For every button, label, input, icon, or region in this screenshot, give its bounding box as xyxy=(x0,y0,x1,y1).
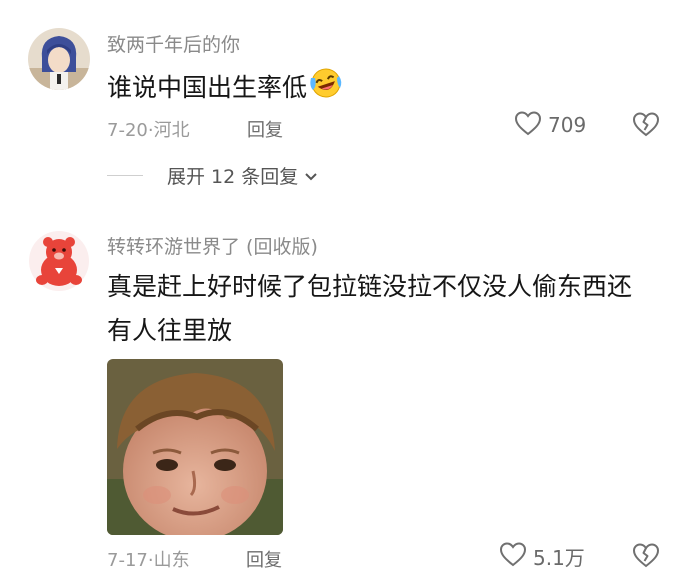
comment-text: 真是赶上好时候了包拉链没拉不仅没人偷东西还 有人往里放 xyxy=(107,270,667,348)
expand-replies-button[interactable]: 展开 12 条回复 xyxy=(107,162,318,189)
comment-attached-image[interactable] xyxy=(107,359,283,535)
username[interactable]: 致两千年后的你 xyxy=(107,30,240,57)
comment-meta: 7-20·河北 xyxy=(107,120,190,141)
comment-text-body: 谁说中国出生率低 xyxy=(107,72,308,102)
divider xyxy=(107,175,143,176)
comment-meta: 7-17·山东 xyxy=(107,550,190,571)
comment-location: 河北 xyxy=(153,120,190,141)
avatar[interactable] xyxy=(28,28,90,90)
comment-text-line: 真是赶上好时候了包拉链没拉不仅没人偷东西还 xyxy=(107,272,633,301)
dislike-button[interactable] xyxy=(632,110,660,142)
comment-text: 谁说中国出生率低 xyxy=(107,66,343,109)
broken-heart-icon xyxy=(632,543,660,573)
like-count: 5.1万 xyxy=(533,545,585,570)
comment-date: 7-17 xyxy=(107,550,148,571)
like-button[interactable]: 709 xyxy=(514,110,586,140)
broken-heart-icon xyxy=(632,112,660,142)
comment-location: 山东 xyxy=(153,550,190,571)
laugh-cry-emoji-icon xyxy=(309,66,343,109)
avatar[interactable] xyxy=(28,230,90,292)
comment-text-line: 有人往里放 xyxy=(107,316,233,345)
username[interactable]: 转转环游世界了 (回收版) xyxy=(107,232,318,259)
comment-date: 7-20 xyxy=(107,120,148,141)
reply-button[interactable]: 回复 xyxy=(247,116,283,142)
heart-icon xyxy=(514,110,542,140)
heart-icon xyxy=(499,541,527,571)
expand-replies-label: 展开 12 条回复 xyxy=(167,166,299,188)
dislike-button[interactable] xyxy=(632,541,660,573)
like-button[interactable]: 5.1万 xyxy=(499,541,585,571)
like-count: 709 xyxy=(548,113,587,137)
chevron-down-icon xyxy=(304,165,318,187)
reply-button[interactable]: 回复 xyxy=(246,546,282,572)
